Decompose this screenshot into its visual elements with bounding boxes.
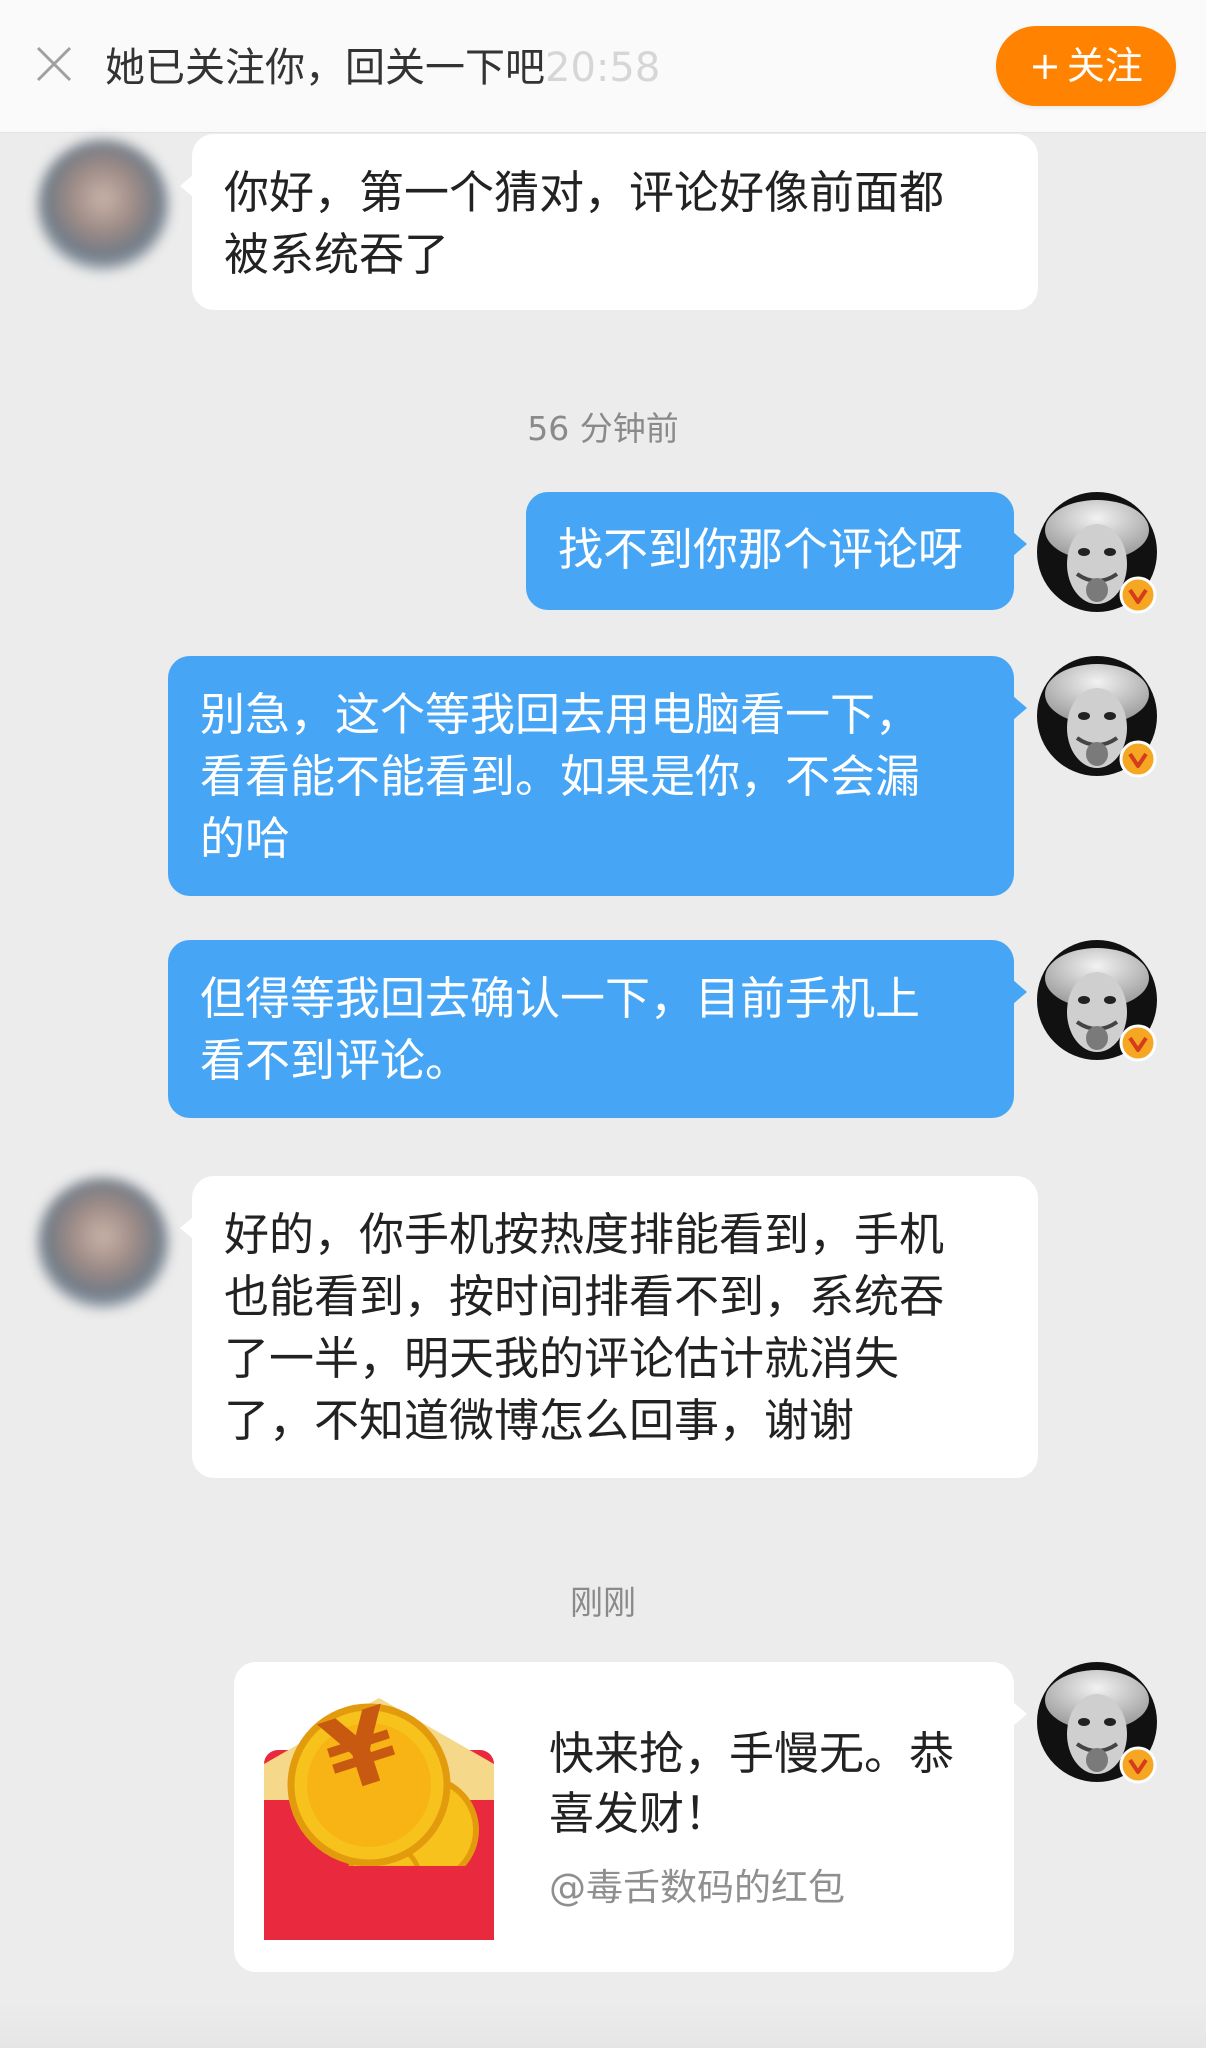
timestamp: 56 分钟前 bbox=[527, 409, 679, 448]
follow-back-banner: 她已关注你，回关一下吧 20:58 + 关注 bbox=[0, 0, 1206, 133]
other-user-avatar[interactable] bbox=[38, 1178, 168, 1308]
verified-badge-icon bbox=[1119, 1024, 1157, 1062]
message-text-line: 看不到评论。 bbox=[200, 1034, 471, 1087]
message-text-line: 但得等我回去确认一下，目前手机上 bbox=[200, 972, 921, 1025]
red-packet-title-line: 喜发财！ bbox=[549, 1787, 730, 1840]
message-bubble-sent[interactable]: 别急，这个等我回去用电脑看一下， 看看能不能看到。如果是你，不会漏 的哈 bbox=[168, 656, 1027, 896]
bottom-edge bbox=[0, 2000, 1206, 2048]
banner-ghost-time: 20:58 bbox=[545, 45, 661, 91]
verified-badge-icon bbox=[1119, 1746, 1157, 1784]
red-packet-title-line: 快来抢，手慢无。恭 bbox=[549, 1727, 955, 1780]
message-text-line: 被系统吞了 bbox=[224, 228, 450, 281]
message-text-line: 别急，这个等我回去用电脑看一下， bbox=[200, 688, 921, 741]
my-avatar[interactable] bbox=[1037, 1662, 1157, 1784]
banner-text: 她已关注你，回关一下吧 bbox=[105, 45, 545, 91]
message-text-line: 也能看到，按时间排看不到，系统吞 bbox=[224, 1270, 945, 1323]
red-packet-icon: ¥ bbox=[264, 1684, 494, 1940]
red-packet-subtitle: @毒舌数码的红包 bbox=[549, 1866, 845, 1909]
message-text-line: 看看能不能看到。如果是你，不会漏 bbox=[200, 750, 921, 803]
message-text-line: 了，不知道微博怎么回事，谢谢 bbox=[224, 1394, 855, 1447]
verified-badge-icon bbox=[1119, 740, 1157, 778]
other-user-avatar[interactable] bbox=[38, 140, 168, 270]
timestamp: 刚刚 bbox=[570, 1583, 636, 1622]
message-bubble-sent[interactable]: 找不到你那个评论呀 bbox=[526, 492, 1027, 610]
red-packet-title: 快来抢，手慢无。恭 喜发财！ bbox=[549, 1724, 989, 1844]
verified-badge-icon bbox=[1119, 576, 1157, 614]
message-text-line: 好的，你手机按热度排能看到，手机 bbox=[224, 1208, 945, 1261]
close-icon[interactable] bbox=[34, 44, 74, 84]
message-text-line: 的哈 bbox=[200, 812, 291, 865]
red-packet-card[interactable]: ¥ 快来抢，手慢无。恭 喜发财！ @毒舌数码的红包 bbox=[234, 1662, 1027, 1972]
follow-back-button[interactable]: + 关注 bbox=[996, 26, 1176, 106]
plus-icon: + bbox=[1029, 44, 1061, 88]
message-text-line: 你好，第一个猜对，评论好像前面都 bbox=[224, 166, 945, 219]
message-bubble-received[interactable]: 好的，你手机按热度排能看到，手机 也能看到，按时间排看不到，系统吞 了一半，明天… bbox=[180, 1176, 1038, 1478]
message-text-line: 了一半，明天我的评论估计就消失 bbox=[224, 1332, 900, 1385]
message-bubble-sent[interactable]: 但得等我回去确认一下，目前手机上 看不到评论。 bbox=[168, 940, 1027, 1118]
my-avatar[interactable] bbox=[1037, 656, 1157, 778]
my-avatar[interactable] bbox=[1037, 940, 1157, 1062]
message-bubble-received[interactable]: 你好，第一个猜对，评论好像前面都 被系统吞了 bbox=[180, 134, 1038, 310]
message-text-line: 找不到你那个评论呀 bbox=[558, 523, 964, 576]
my-avatar[interactable] bbox=[1037, 492, 1157, 614]
follow-button-label: 关注 bbox=[1066, 44, 1143, 88]
